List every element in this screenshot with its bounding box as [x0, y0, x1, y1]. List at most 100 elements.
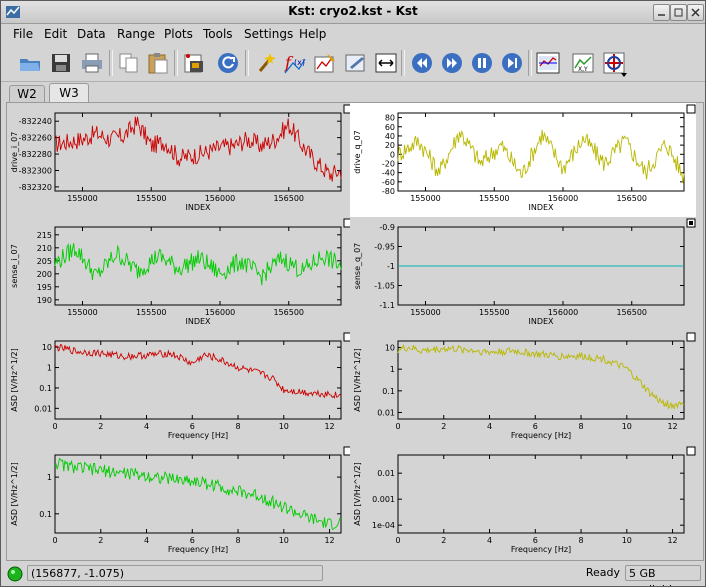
- x-tick-label: 155000: [410, 308, 441, 317]
- y-tick-label: 0.001: [372, 495, 395, 504]
- reload-button[interactable]: [213, 48, 243, 78]
- menu-range[interactable]: Range: [117, 27, 155, 41]
- maximize-button[interactable]: [670, 4, 687, 21]
- plot-asd-green[interactable]: 0 2 4 6 8 10 12 1 0.1 Frequency [Hz] ASD [V/Hz^1/2…: [7, 445, 353, 559]
- end-button[interactable]: [497, 48, 527, 78]
- plot-button[interactable]: [310, 48, 340, 78]
- x-tick-label: 2: [441, 536, 446, 545]
- x-tick-label: 12: [324, 422, 334, 431]
- status-bar: (156877, -1.075) Ready 5 GB available: [1, 562, 705, 586]
- x-tick-label: 8: [578, 536, 583, 545]
- x-tick-label: 8: [578, 422, 583, 431]
- zoom-button[interactable]: [341, 48, 371, 78]
- x-tick-label: 4: [487, 536, 492, 545]
- menu-data[interactable]: Data: [77, 27, 106, 41]
- save-icon: [52, 54, 70, 72]
- data-manager-button[interactable]: [179, 48, 209, 78]
- window-title: Kst: cryo2.kst - Kst: [288, 4, 418, 18]
- close-button[interactable]: [687, 4, 704, 21]
- minimize-button[interactable]: [653, 4, 670, 21]
- plot-select-checkbox[interactable]: [686, 104, 696, 114]
- fit-button[interactable]: [371, 48, 401, 78]
- x-tick-label: 6: [533, 536, 538, 545]
- equation-icon: f (x): [284, 53, 306, 74]
- xy-zoom-button[interactable]: X,Y: [568, 48, 598, 78]
- x-tick-label: 12: [667, 536, 677, 545]
- plot-drive-i[interactable]: 155000 155500 156000 156500 -832240 -832260 -8…: [7, 103, 353, 217]
- plot-frame: [397, 454, 685, 534]
- x-tick-label: 0: [395, 422, 400, 431]
- close-icon: [691, 8, 700, 17]
- menu-tools[interactable]: Tools: [203, 27, 233, 41]
- plot-area: 155000 155500 156000 156500 -832240 -832260 -8…: [6, 102, 704, 561]
- toolbar-separator: [109, 50, 113, 76]
- x-tick-label: 155500: [136, 308, 167, 317]
- plot-frame: [54, 112, 342, 192]
- y-tick-label: -1.1: [379, 301, 395, 310]
- y-tick-label: 0.1: [382, 387, 395, 396]
- menu-edit[interactable]: Edit: [44, 27, 67, 41]
- pause-button[interactable]: [467, 48, 497, 78]
- y-axis-label: sense_q_07: [353, 243, 362, 290]
- equation-button[interactable]: f (x): [280, 48, 310, 78]
- paste-icon: [148, 53, 168, 74]
- layout-button[interactable]: [533, 48, 563, 78]
- menu-bar: File Edit Data Range Plots Tools Setting…: [1, 24, 705, 44]
- menu-plots[interactable]: Plots: [164, 27, 193, 41]
- x-axis-label: INDEX: [185, 317, 211, 326]
- y-tick-label: 40: [385, 132, 395, 141]
- open-icon: [20, 59, 40, 71]
- save-button[interactable]: [46, 48, 76, 78]
- x-tick-label: 0: [52, 422, 57, 431]
- y-tick-label: 0.01: [34, 404, 52, 413]
- tab-bar: W2 W3: [1, 81, 705, 103]
- x-tick-label: 12: [324, 536, 334, 545]
- plot-frame: [54, 340, 342, 420]
- y-tick-label: 0.01: [377, 408, 395, 417]
- x-tick-label: 10: [279, 422, 289, 431]
- y-tick-label: -832320: [19, 183, 52, 192]
- y-tick-label: 0: [390, 150, 395, 159]
- plot-asd-empty[interactable]: 0 2 4 6 8 10 12 0.01 0.001 1e-04 Frequency [Hz] ASD…: [350, 445, 696, 559]
- plot-sense-q[interactable]: 155000 155500 156000 156500 -0.9 -0.95 -1 -1.05…: [350, 217, 696, 331]
- y-tick-label: 0.1: [39, 510, 52, 519]
- plot-select-checkbox[interactable]: [686, 446, 696, 456]
- tab-w3[interactable]: W3: [49, 83, 89, 102]
- y-tick-label: 10: [42, 343, 52, 352]
- open-button[interactable]: [15, 48, 45, 78]
- xy-zoom-icon: X,Y: [572, 53, 594, 73]
- tab-w2[interactable]: W2: [9, 85, 45, 102]
- fit-icon: [375, 53, 397, 73]
- y-tick-label: -832280: [19, 150, 52, 159]
- plot-asd-red[interactable]: 0 2 4 6 8 10 12 10 1 0.1 0.01 Frequency [Hz] ASD [V/…: [7, 331, 353, 445]
- tied-zoom-button[interactable]: [599, 48, 629, 78]
- toolbar-separator: [174, 50, 178, 76]
- menu-help[interactable]: Help: [299, 27, 326, 41]
- plot-asd-yellow[interactable]: 0 2 4 6 8 10 12 10 1 0.1 0.01 Frequency [Hz] ASD [V/…: [350, 331, 696, 445]
- x-tick-label: 155000: [67, 308, 98, 317]
- back-button[interactable]: [407, 48, 437, 78]
- wizard-button[interactable]: [251, 48, 281, 78]
- y-tick-label: 210: [37, 244, 52, 253]
- plot-drive-q[interactable]: 155000 155500 156000 156500806040200-20-40-…: [350, 103, 696, 217]
- plot-sense-i[interactable]: 155000 155500 156000 156500 215 210 205 200 195 1…: [7, 217, 353, 331]
- x-tick-label: 10: [279, 536, 289, 545]
- x-tick-label: 4: [487, 422, 492, 431]
- plot-select-checkbox[interactable]: [686, 332, 696, 342]
- title-bar[interactable]: Kst: cryo2.kst - Kst: [1, 1, 705, 24]
- forward-button[interactable]: [437, 48, 467, 78]
- menu-file[interactable]: File: [13, 27, 33, 41]
- x-tick-label: 156000: [548, 194, 579, 203]
- y-tick-label: 1: [47, 473, 52, 482]
- end-icon: [502, 53, 522, 73]
- paste-button[interactable]: [143, 48, 173, 78]
- y-tick-label: 200: [37, 270, 52, 279]
- print-button[interactable]: [77, 48, 107, 78]
- reload-icon: [218, 53, 238, 73]
- y-tick-label: 1e-04: [372, 521, 395, 530]
- checkbox-mark: [689, 221, 693, 225]
- y-tick-label: 0.01: [377, 469, 395, 478]
- copy-button[interactable]: [114, 48, 144, 78]
- menu-settings[interactable]: Settings: [244, 27, 293, 41]
- x-tick-label: 10: [622, 536, 632, 545]
